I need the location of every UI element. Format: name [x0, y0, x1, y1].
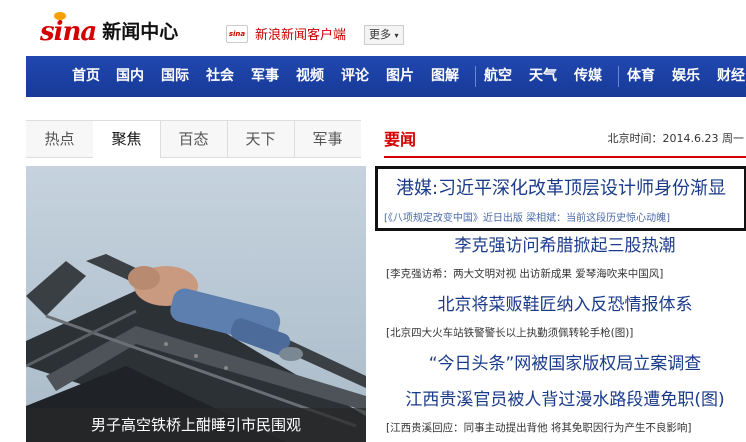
- tab-focus[interactable]: 聚焦: [93, 121, 161, 158]
- logo-eye-icon: [54, 12, 66, 20]
- nav-item-entertainment[interactable]: 娱乐: [672, 56, 700, 97]
- photo-caption[interactable]: 男子高空铁桥上酣睡引市民围观: [26, 408, 366, 442]
- nav-item-home[interactable]: 首页: [72, 56, 100, 97]
- nav-item-comment[interactable]: 评论: [341, 56, 369, 97]
- news-section-header: 要闻 北京时间：2014.6.23 周一: [384, 120, 746, 158]
- beijing-time: 北京时间：2014.6.23 周一: [607, 132, 744, 145]
- focus-tabs: 热点 聚焦 百态 天下 军事: [26, 120, 361, 158]
- news-headline-link[interactable]: “今日头条”网被国家版权局立案调查: [384, 349, 746, 374]
- more-label: 更多: [369, 28, 391, 41]
- bridge-sleeper-image: [26, 166, 366, 442]
- news-sub-links[interactable]: [江西贵溪回应：同事主动提出背他 将其免职因行为产生不良影响]: [386, 420, 692, 435]
- client-link-label: 新浪新闻客户端: [255, 28, 347, 43]
- tab-military[interactable]: 军事: [294, 121, 361, 157]
- nav-item-finance[interactable]: 财经: [717, 56, 745, 97]
- nav-item-weather[interactable]: 天气: [529, 56, 557, 97]
- nav-item-media[interactable]: 传媒: [574, 56, 602, 97]
- logo-brand: sina: [40, 12, 97, 46]
- nav-item-sports[interactable]: 体育: [627, 56, 655, 97]
- main-nav: 首页 国内 国际 社会 军事 视频 评论 图片 图解 航空 天气 传媒 体育 娱…: [26, 56, 746, 97]
- focus-photo[interactable]: 男子高空铁桥上酣睡引市民围观: [26, 166, 366, 442]
- news-sub-links[interactable]: [北京四大火车站铁警警长以上执勤须佩转轮手枪(图)]: [386, 325, 633, 340]
- nav-item-domestic[interactable]: 国内: [116, 56, 144, 97]
- nav-item-military[interactable]: 军事: [251, 56, 279, 97]
- news-headline-link[interactable]: 北京将菜贩鞋匠纳入反恐情报体系: [384, 290, 746, 315]
- nav-item-international[interactable]: 国际: [161, 56, 189, 97]
- nav-item-aviation[interactable]: 航空: [484, 56, 512, 97]
- nav-item-society[interactable]: 社会: [206, 56, 234, 97]
- top-bar: sina 新闻中心 sina 新浪新闻客户端 更多 ▾: [0, 0, 746, 54]
- nav-item-graphics[interactable]: 图解: [431, 56, 459, 97]
- nav-item-video[interactable]: 视频: [296, 56, 324, 97]
- nav-divider: [475, 66, 476, 87]
- tab-variety[interactable]: 百态: [160, 121, 228, 157]
- top-headline-sub[interactable]: [《八项规定改变中国》近日出版 梁相斌：当前这段历史惊心动魄]: [384, 209, 670, 224]
- nav-item-photos[interactable]: 图片: [386, 56, 414, 97]
- top-headline-link[interactable]: 港媒:习近平深化改革顶层设计师身份渐显: [378, 174, 744, 200]
- section-title[interactable]: 要闻: [384, 126, 416, 150]
- sina-news-logo[interactable]: sina 新闻中心: [40, 12, 179, 46]
- news-headline-link[interactable]: 李克强访问希腊掀起三股热潮: [384, 231, 746, 256]
- tab-hot[interactable]: 热点: [26, 121, 94, 157]
- logo-title: 新闻中心: [102, 21, 179, 43]
- news-client-link[interactable]: sina 新浪新闻客户端: [226, 24, 346, 43]
- nav-divider: [618, 66, 619, 87]
- tab-world[interactable]: 天下: [227, 121, 295, 157]
- news-headline-link[interactable]: 江西贵溪官员被人背过漫水路段遭免职(图): [384, 385, 746, 410]
- news-sub-links[interactable]: [李克强访希：两大文明对视 出访新成果 爱琴海吹来中国风]: [386, 266, 663, 281]
- top-headline-box: 港媒:习近平深化改革顶层设计师身份渐显 [《八项规定改变中国》近日出版 梁相斌：…: [375, 166, 746, 231]
- sina-app-icon: sina: [226, 24, 248, 43]
- chevron-down-icon: ▾: [394, 31, 399, 40]
- more-dropdown[interactable]: 更多 ▾: [364, 25, 404, 45]
